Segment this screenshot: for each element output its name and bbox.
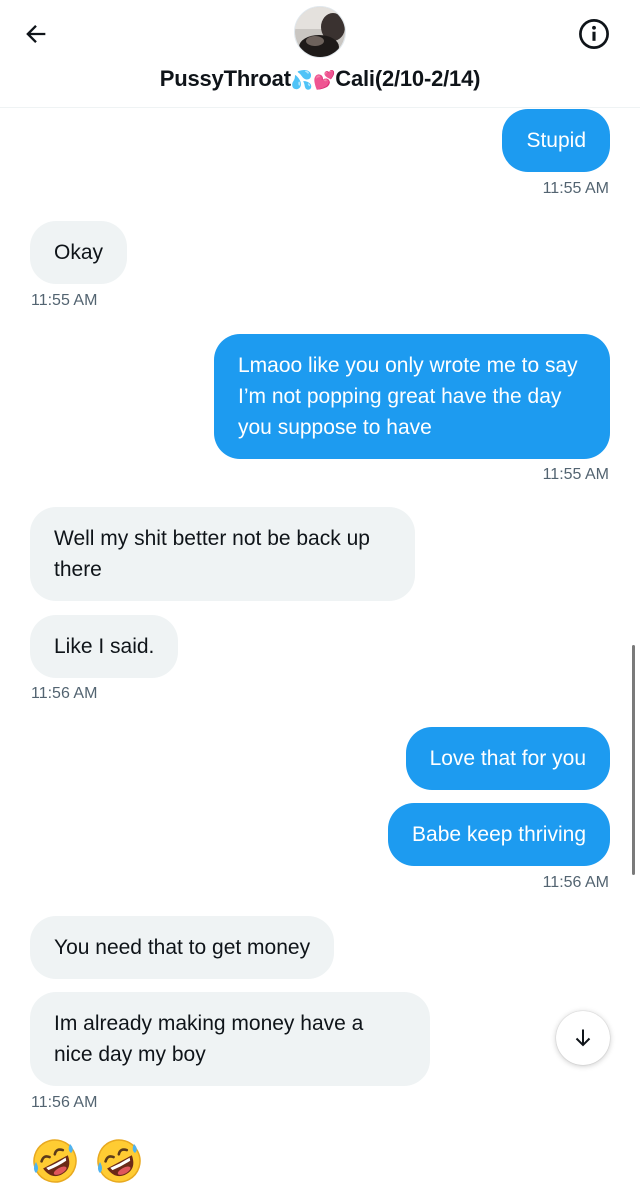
arrow-left-icon <box>26 25 46 43</box>
message-bubble-incoming[interactable]: You need that to get money <box>30 916 335 979</box>
conversation-header: PussyThroat💦💕Cali(2/10-2/14) <box>0 0 640 108</box>
message-text: Love that for you <box>429 747 586 770</box>
message-text: You need that to get money <box>54 936 311 959</box>
back-button[interactable] <box>18 16 54 52</box>
message-bubble-incoming[interactable]: Im already making money have a nice day … <box>30 992 430 1086</box>
message-text: Well my shit better not be back up there <box>54 527 370 581</box>
title-name: PussyThroat <box>159 66 291 91</box>
message-bubble-outgoing[interactable]: Stupid <box>502 109 610 172</box>
info-icon <box>579 19 609 49</box>
message-bubble-outgoing[interactable]: Love that for you <box>405 727 610 790</box>
message-timestamp: 11:55 AM <box>31 292 98 309</box>
message-bubble-outgoing[interactable]: Babe keep thriving <box>388 803 610 866</box>
message-text: Lmaoo like you only wrote me to say I’m … <box>238 354 578 439</box>
scrollbar-thumb[interactable] <box>632 645 635 875</box>
message-bubble-incoming[interactable]: Okay <box>30 221 128 284</box>
rolling-on-the-floor-laughing-icon <box>97 1139 141 1183</box>
message-timestamp: 11:55 AM <box>542 466 609 483</box>
title-suffix: Cali(2/10-2/14) <box>335 66 481 91</box>
message-timestamp: 11:55 AM <box>542 180 609 197</box>
scroll-to-bottom-button[interactable] <box>556 1011 610 1065</box>
arrow-down-icon <box>575 1029 591 1047</box>
message-text: Babe keep thriving <box>412 823 586 846</box>
avatar[interactable] <box>294 6 346 58</box>
title-emoji: 💦💕 <box>290 70 336 90</box>
message-bubble-incoming[interactable]: Well my shit better not be back up there <box>30 507 415 601</box>
message-text: Im already making money have a nice day … <box>54 1012 364 1066</box>
message-text: Stupid <box>526 129 586 152</box>
rolling-on-the-floor-laughing-icon <box>33 1139 77 1183</box>
message-timestamp: 11:56 AM <box>31 685 98 702</box>
message-bubble-outgoing[interactable]: Lmaoo like you only wrote me to say I’m … <box>214 334 610 459</box>
message-timestamp: 11:56 AM <box>542 874 609 891</box>
message-text: Okay <box>54 241 104 264</box>
message-bubble-incoming[interactable]: Like I said. <box>30 615 179 678</box>
conversation-title[interactable]: PussyThroat💦💕Cali(2/10-2/14) <box>0 66 640 92</box>
message-text: Like I said. <box>54 635 155 658</box>
emoji-message[interactable] <box>30 1136 144 1186</box>
message-timestamp: 11:56 AM <box>31 1094 98 1111</box>
conversation-info-button[interactable] <box>576 16 612 52</box>
